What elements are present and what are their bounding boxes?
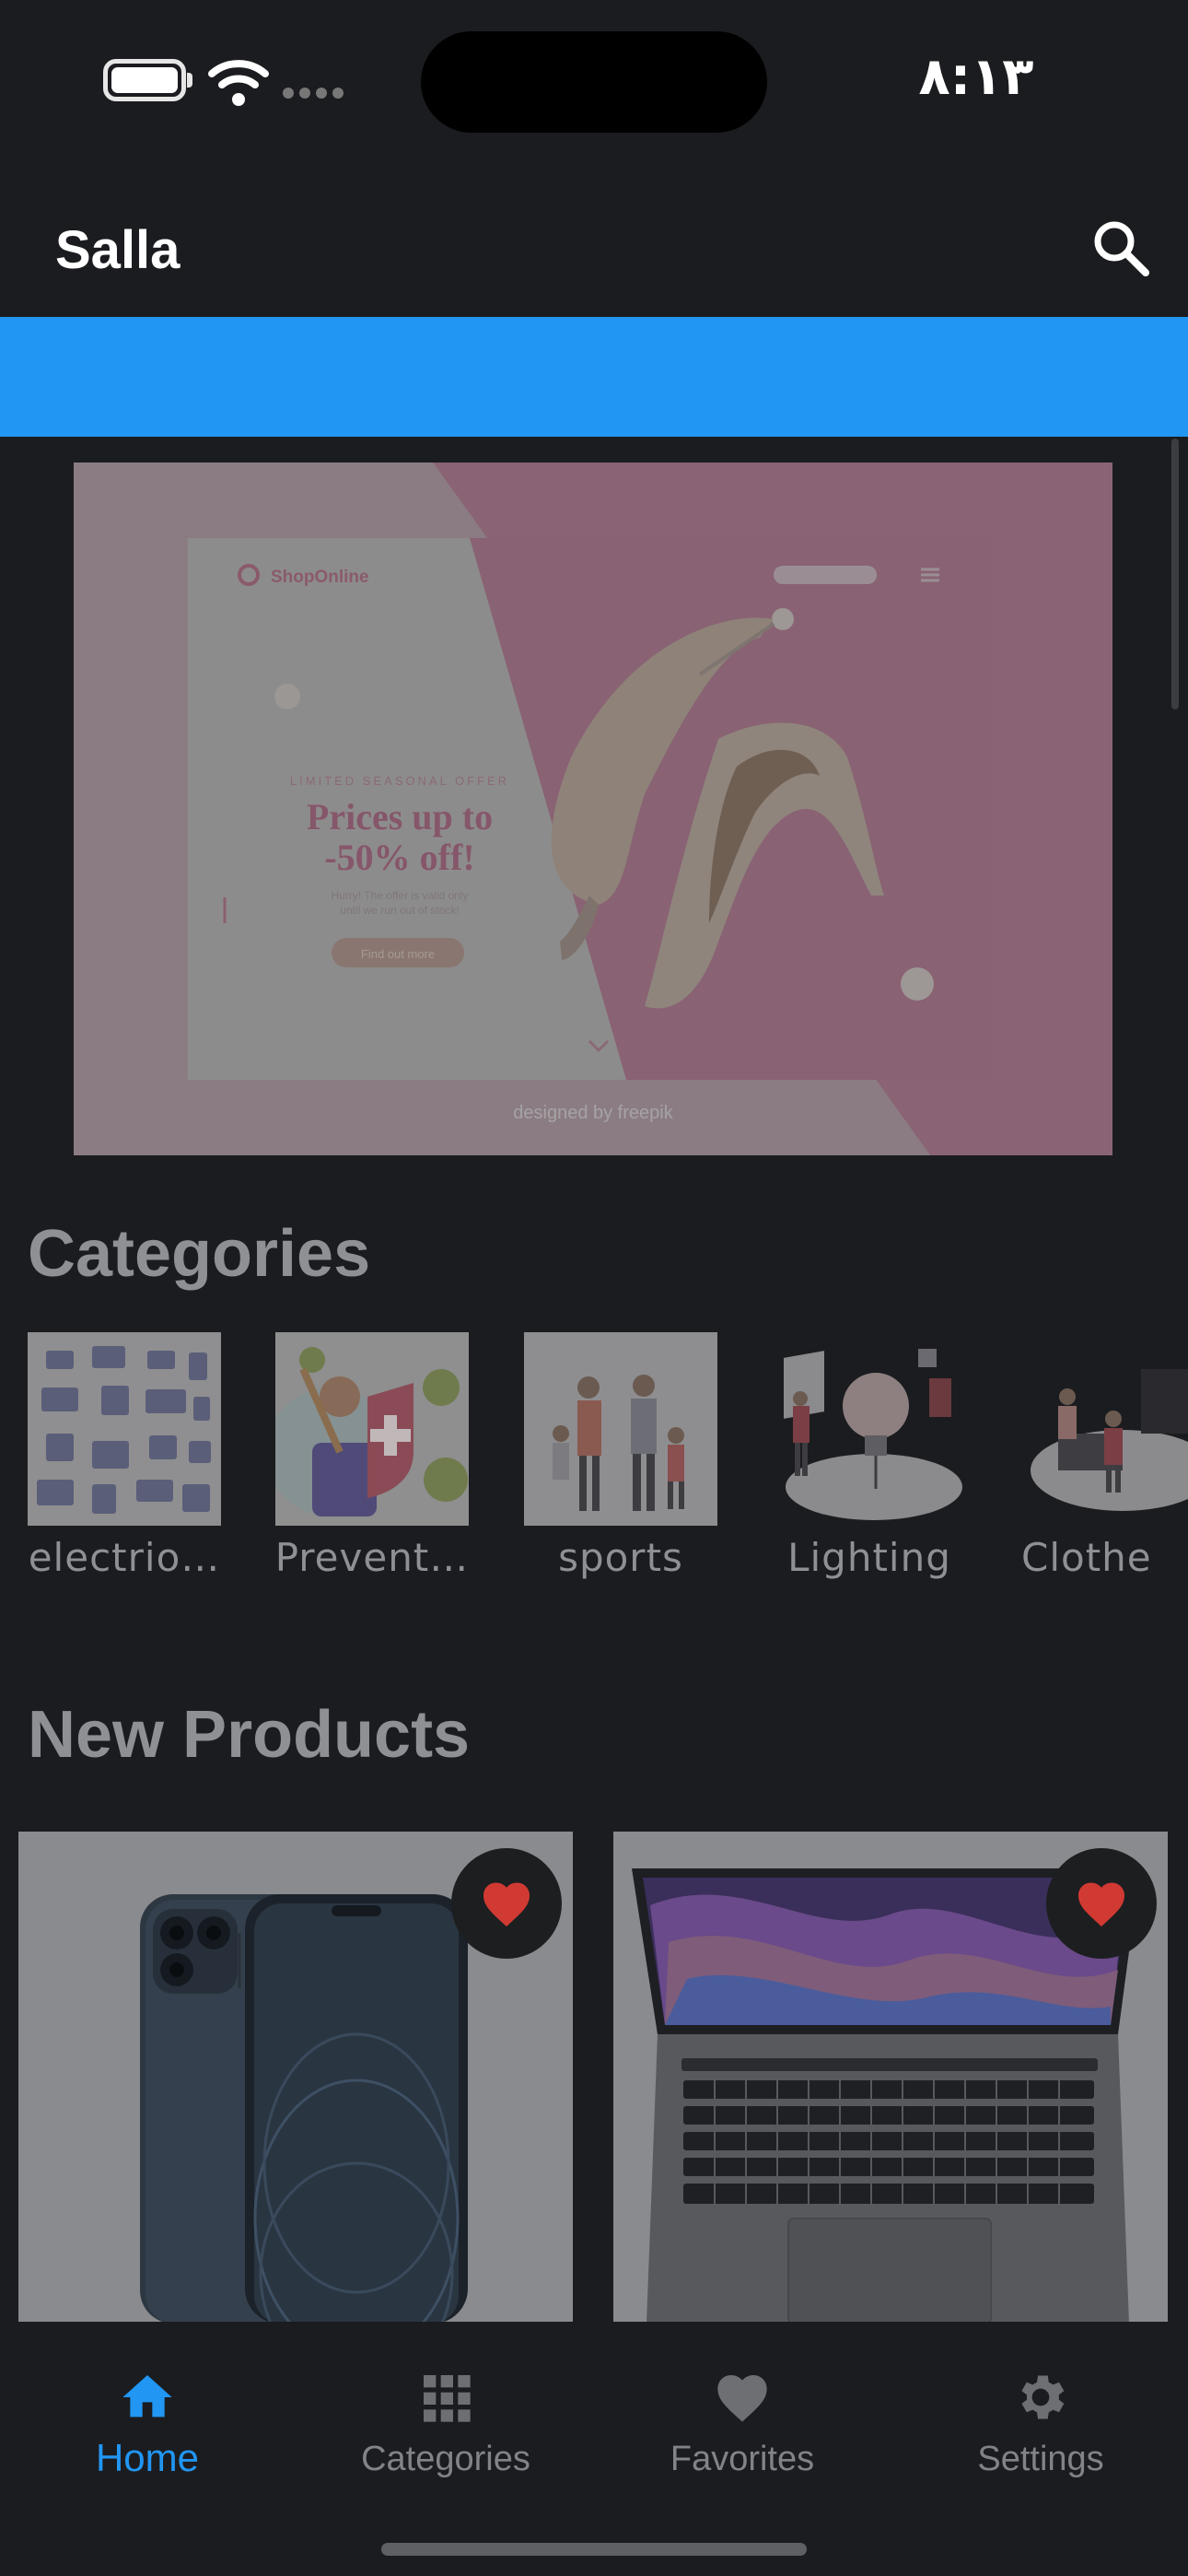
banner-subtext-2: until we run out of stock! [340,904,459,917]
home-icon [122,2375,172,2418]
categories-title: Categories [28,1217,371,1291]
home-screen: ٨:١٣ Salla ShopOnline LIMITED SEASONAL O… [0,0,1188,2576]
categories-list[interactable]: electrio… Prevent… sports Lighting Cloth… [0,1332,1188,1590]
nav-label-home: Home [95,2436,200,2479]
category-item-electronics[interactable]: electrio… [28,1332,221,1580]
app-title: Salla [55,220,181,280]
category-item-lighting[interactable]: Lighting [773,1332,966,1580]
status-time: ٨:١٣ [918,47,1034,107]
banner-cta: Find out more [361,947,435,961]
category-item-prevention[interactable]: Prevent… [275,1332,469,1580]
nav-label-favorites: Favorites [670,2440,815,2478]
app-bar: Salla [0,184,1188,317]
promo-banner-image: ShopOnline LIMITED SEASONAL OFFER Prices… [74,463,1112,1155]
category-item-sports[interactable]: sports [524,1332,717,1580]
new-products-title: New Products [28,1698,471,1772]
category-item-clothes[interactable]: Clothe [1021,1332,1188,1580]
category-label: Prevent… [274,1535,470,1580]
nav-label-categories: Categories [361,2440,530,2478]
status-bar: ٨:١٣ [0,0,1188,166]
search-icon[interactable] [1083,210,1160,287]
home-indicator[interactable] [381,2543,807,2556]
signal-dots-icon [283,88,344,99]
category-thumb-sports [524,1332,717,1526]
wifi-icon [208,60,269,106]
banner-subtext-1: Hurry! The offer is valid only [332,889,469,902]
product-card-iphone[interactable] [18,1832,573,2324]
banner-headline-1: Prices up to [307,796,493,837]
category-thumb-clothes [1021,1332,1188,1526]
banner-headline-2: -50% off! [324,837,474,878]
category-thumb-electronics [28,1332,221,1526]
category-label: electrio… [28,1535,221,1580]
promo-banner[interactable]: ShopOnline LIMITED SEASONAL OFFER Prices… [74,463,1112,1155]
bottom-navigation: Home Categories Favorites Settings [0,2322,1188,2576]
gear-icon [1021,2375,1065,2419]
category-label: Clothe [1021,1535,1152,1580]
battery-icon [103,59,192,101]
nav-item-settings[interactable]: Settings [912,2349,1170,2497]
nav-item-categories[interactable]: Categories [317,2349,575,2497]
heart-icon [717,2375,767,2422]
product-card-macbook[interactable] [613,1832,1168,2324]
banner-offer-label: LIMITED SEASONAL OFFER [290,774,509,788]
heart-icon [1078,1882,1124,1926]
nav-label-settings: Settings [977,2440,1104,2478]
favorite-button[interactable] [451,1848,562,1959]
nav-item-favorites[interactable]: Favorites [613,2349,871,2497]
grid-icon [424,2375,471,2422]
heart-icon [483,1882,530,1926]
favorite-button[interactable] [1046,1848,1157,1959]
category-label: Lighting [787,1535,951,1580]
scrollbar[interactable] [1171,439,1179,709]
category-thumb-lighting [773,1332,966,1526]
category-thumb-prevention [275,1332,469,1526]
accent-band [0,317,1188,437]
dynamic-island [421,31,767,133]
category-label: sports [558,1535,683,1580]
nav-item-home[interactable]: Home [18,2349,276,2497]
banner-credit: designed by freepik [513,1103,673,1123]
banner-brand: ShopOnline [271,568,369,587]
